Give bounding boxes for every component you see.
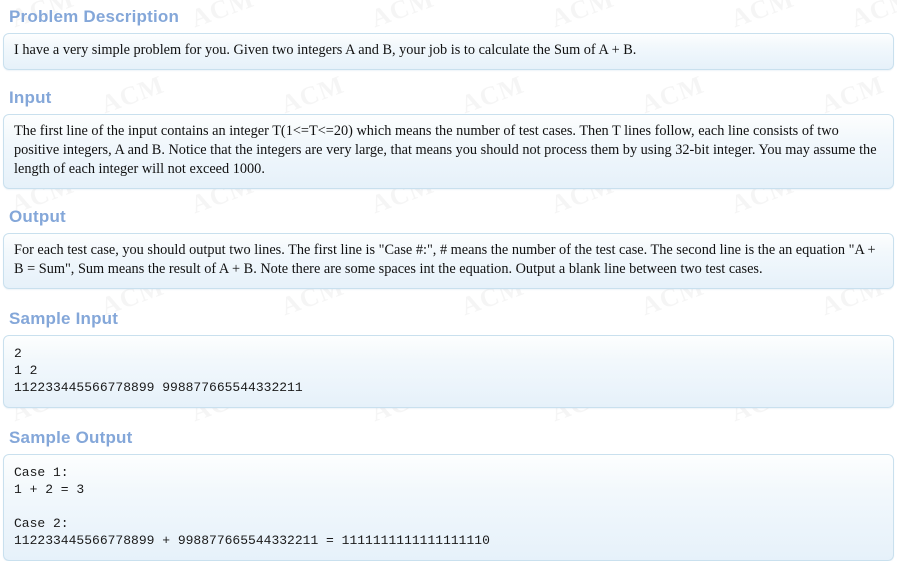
problem-description-panel: I have a very simple problem for you. Gi… bbox=[3, 33, 894, 70]
problem-description-text: I have a very simple problem for you. Gi… bbox=[14, 42, 637, 58]
output-heading: Output bbox=[9, 207, 66, 226]
problem-description-heading: Problem Description bbox=[9, 7, 180, 26]
sample-output-panel[interactable]: Case 1: 1 + 2 = 3 Case 2: 11223344556677… bbox=[3, 454, 894, 561]
input-heading: Input bbox=[9, 88, 52, 107]
section-input: Input The first line of the input contai… bbox=[0, 81, 897, 189]
sample-input-heading: Sample Input bbox=[9, 309, 119, 328]
output-panel: For each test case, you should output tw… bbox=[3, 233, 894, 289]
output-text: For each test case, you should output tw… bbox=[14, 242, 876, 277]
input-panel: The first line of the input contains an … bbox=[3, 114, 894, 189]
sample-input-text: 2 1 2 112233445566778899 998877665544332… bbox=[14, 346, 303, 395]
section-problem-description: Problem Description I have a very simple… bbox=[0, 0, 897, 70]
sample-output-text: Case 1: 1 + 2 = 3 Case 2: 11223344556677… bbox=[14, 465, 490, 548]
problem-statement-page: Problem Description I have a very simple… bbox=[0, 0, 897, 561]
sample-input-panel[interactable]: 2 1 2 112233445566778899 998877665544332… bbox=[3, 335, 894, 408]
section-output: Output For each test case, you should ou… bbox=[0, 200, 897, 289]
sample-output-heading: Sample Output bbox=[9, 428, 133, 447]
input-text: The first line of the input contains an … bbox=[14, 123, 877, 177]
section-sample-input: Sample Input 2 1 2 112233445566778899 99… bbox=[0, 302, 897, 408]
section-sample-output: Sample Output Case 1: 1 + 2 = 3 Case 2: … bbox=[0, 421, 897, 561]
